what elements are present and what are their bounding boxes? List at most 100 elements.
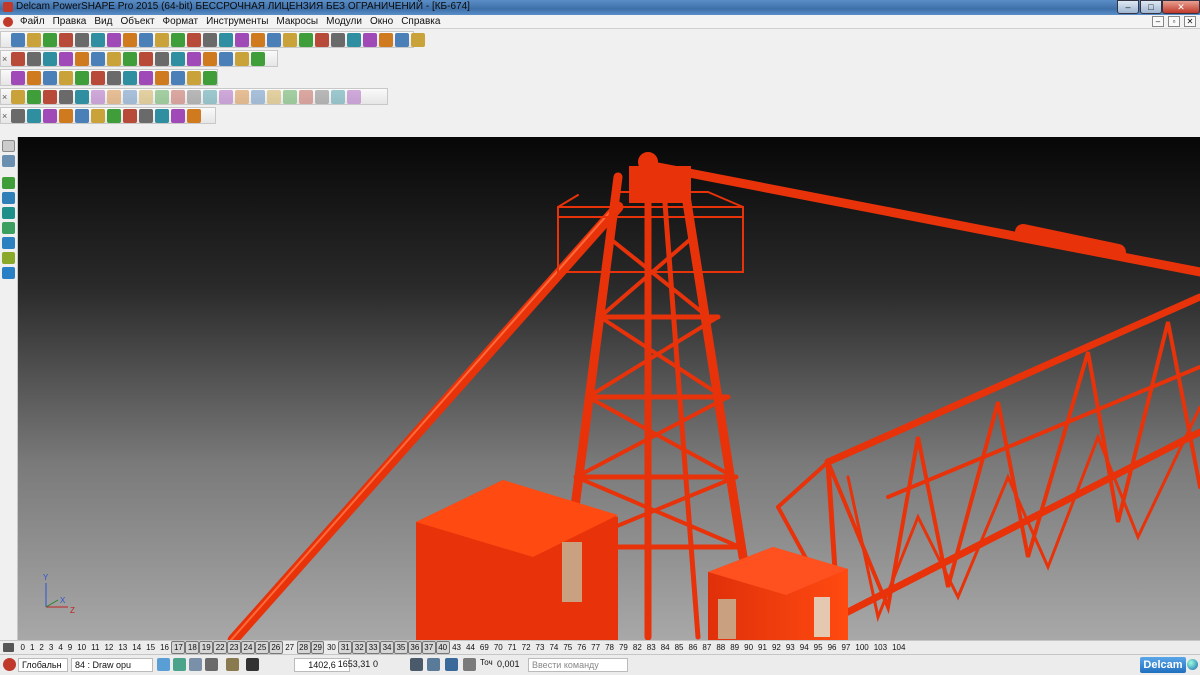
- level-button[interactable]: 31: [338, 641, 353, 654]
- toolbar-tool-icon[interactable]: [267, 32, 281, 47]
- toolbar-tool-icon[interactable]: [139, 70, 153, 85]
- level-button[interactable]: 77: [589, 642, 603, 653]
- level-button[interactable]: 32: [352, 641, 367, 654]
- toolbar-tool-icon[interactable]: [139, 51, 153, 66]
- assembly-icon[interactable]: [2, 237, 15, 249]
- level-button[interactable]: 23: [227, 641, 241, 654]
- level-button[interactable]: 93: [783, 642, 797, 653]
- toolbar-tool-icon[interactable]: [59, 32, 73, 47]
- object-filter-icon[interactable]: [173, 658, 186, 671]
- toolbar-tool-icon[interactable]: [43, 32, 57, 47]
- level-button[interactable]: 0: [18, 642, 27, 653]
- level-button[interactable]: 104: [890, 642, 908, 653]
- level-button[interactable]: 73: [533, 642, 547, 653]
- snap-icon[interactable]: [463, 658, 476, 671]
- level-button[interactable]: 11: [89, 642, 102, 653]
- toolbar-tool-icon[interactable]: [299, 32, 313, 47]
- toolbar-tool-icon[interactable]: [235, 32, 249, 47]
- toolbar-tool-icon[interactable]: [155, 108, 169, 123]
- toolbar-tool-icon[interactable]: [203, 32, 217, 47]
- close-button[interactable]: ✕: [1162, 0, 1200, 14]
- toolbar-tool-icon[interactable]: [203, 51, 217, 66]
- level-button[interactable]: 96: [825, 642, 839, 653]
- toolbar-tool-icon[interactable]: [203, 70, 217, 85]
- level-button[interactable]: 79: [616, 642, 630, 653]
- level-button[interactable]: 97: [839, 642, 853, 653]
- toolbar-close-icon[interactable]: ×: [2, 110, 9, 122]
- toolbar-tool-icon[interactable]: [107, 32, 121, 47]
- toolbar-tool-icon[interactable]: [27, 70, 41, 85]
- menu-edit[interactable]: Правка: [49, 16, 91, 28]
- mesh-icon[interactable]: [2, 207, 15, 219]
- toolbar-tool-icon[interactable]: [123, 108, 137, 123]
- toolbar-tool-icon[interactable]: [315, 89, 329, 104]
- level-button[interactable]: 86: [686, 642, 700, 653]
- toolbar-tool-icon[interactable]: [155, 89, 169, 104]
- level-button[interactable]: 25: [254, 641, 269, 654]
- level-button[interactable]: 82: [630, 642, 644, 653]
- level-button[interactable]: 40: [435, 641, 450, 654]
- toolbar-tool-icon[interactable]: [59, 51, 73, 66]
- level-button[interactable]: 3: [46, 642, 55, 653]
- toolbar-tool-icon[interactable]: [187, 32, 201, 47]
- toolbar-tool-icon[interactable]: [219, 32, 233, 47]
- toolbar-tool-icon[interactable]: [123, 89, 137, 104]
- annotation-icon[interactable]: [2, 267, 15, 279]
- toolbar-tool-icon[interactable]: [171, 70, 185, 85]
- toolbar-tool-icon[interactable]: [123, 51, 137, 66]
- toolbar-tool-icon[interactable]: [91, 51, 105, 66]
- quick-select-icon[interactable]: [189, 658, 202, 671]
- toolbar-tool-icon[interactable]: [171, 89, 185, 104]
- level-button[interactable]: 4: [56, 642, 65, 653]
- minimize-button[interactable]: –: [1117, 0, 1139, 14]
- toolbar-tool-icon[interactable]: [299, 89, 313, 104]
- toolbar-tool-icon[interactable]: [139, 89, 153, 104]
- level-button[interactable]: 16: [158, 642, 172, 653]
- level-button[interactable]: 19: [199, 641, 214, 654]
- menu-tools[interactable]: Инструменты: [202, 16, 272, 28]
- toolbar-tool-icon[interactable]: [331, 89, 345, 104]
- level-button[interactable]: 29: [310, 641, 325, 654]
- menu-format[interactable]: Формат: [159, 16, 203, 28]
- surface-icon[interactable]: [2, 177, 15, 189]
- toolbar-tool-icon[interactable]: [91, 108, 105, 123]
- level-button[interactable]: 74: [547, 642, 561, 653]
- doc-minimize-button[interactable]: –: [1152, 16, 1164, 27]
- level-button[interactable]: 24: [241, 641, 255, 654]
- level-button[interactable]: 15: [144, 642, 158, 653]
- toolbar-tool-icon[interactable]: [11, 89, 25, 104]
- level-button[interactable]: 30: [324, 642, 338, 653]
- level-button[interactable]: 75: [561, 642, 575, 653]
- toolbar-tool-icon[interactable]: [171, 51, 185, 66]
- toolbar-tool-icon[interactable]: [235, 51, 249, 66]
- level-button[interactable]: 13: [116, 642, 130, 653]
- toolbar-tool-icon[interactable]: [11, 51, 25, 66]
- toolbar-tool-icon[interactable]: [155, 32, 169, 47]
- toolbar-tool-icon[interactable]: [91, 89, 105, 104]
- toolbar-tool-icon[interactable]: [43, 89, 57, 104]
- toolbar-tool-icon[interactable]: [187, 108, 201, 123]
- levels-icon[interactable]: [3, 643, 14, 652]
- toolbar-tool-icon[interactable]: [203, 89, 217, 104]
- level-button[interactable]: 14: [130, 642, 144, 653]
- level-button[interactable]: 85: [672, 642, 686, 653]
- toolbar-tool-icon[interactable]: [139, 32, 153, 47]
- toolbar-tool-icon[interactable]: [155, 70, 169, 85]
- level-button[interactable]: 87: [700, 642, 714, 653]
- toolbar-tool-icon[interactable]: [187, 89, 201, 104]
- solid-icon[interactable]: [2, 192, 15, 204]
- graphics-viewport[interactable]: Y X Z: [18, 137, 1200, 640]
- toolbar-tool-icon[interactable]: [123, 70, 137, 85]
- toolbar-close-icon[interactable]: ×: [2, 91, 9, 103]
- toolbar-tool-icon[interactable]: [219, 51, 233, 66]
- level-button[interactable]: 43: [450, 642, 464, 653]
- toolbar-tool-icon[interactable]: [27, 51, 41, 66]
- feature-icon[interactable]: [2, 222, 15, 234]
- toolbar-tool-icon[interactable]: [379, 32, 393, 47]
- level-button[interactable]: 103: [871, 642, 889, 653]
- toolbar-tool-icon[interactable]: [91, 32, 105, 47]
- level-button[interactable]: 22: [213, 641, 228, 654]
- toolbar-tool-icon[interactable]: [395, 32, 409, 47]
- selection-filter-icon[interactable]: [157, 658, 170, 671]
- toolbar-tool-icon[interactable]: [27, 108, 41, 123]
